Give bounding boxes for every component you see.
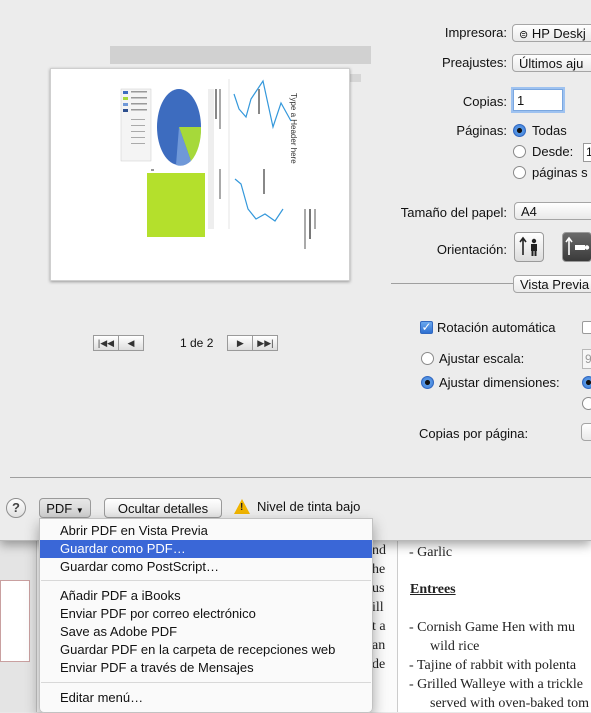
menu-item-open-in-preview[interactable]: Abrir PDF en Vista Previa — [40, 522, 372, 540]
doc-line: wild rice — [430, 639, 480, 654]
printer-value: HP Deskj — [531, 26, 586, 41]
first-page-button[interactable]: |◀◀ — [93, 335, 119, 351]
menu-item-save-web-receipts[interactable]: Guardar PDF en la carpeta de recepciones… — [40, 641, 372, 659]
help-button[interactable]: ? — [6, 498, 26, 518]
app-settings-popup[interactable]: Vista Previa — [513, 275, 591, 293]
preview-header-text: Type a Header here — [289, 93, 298, 164]
bottom-divider — [10, 477, 591, 478]
copies-field[interactable]: 1 — [513, 89, 563, 111]
menu-separator — [41, 682, 371, 683]
warning-icon: ! — [234, 499, 250, 514]
preview-pie — [157, 89, 202, 166]
pages-selection-label: páginas s — [532, 165, 588, 180]
page-navigator: |◀◀ ◀ 1 de 2 ▶ ▶▶| — [93, 335, 279, 351]
pages-from-label: Desde: — [532, 144, 574, 159]
pages-from-field[interactable]: 1 — [583, 143, 591, 162]
fit-fill-radio[interactable] — [582, 397, 591, 410]
portrait-icon — [519, 236, 537, 256]
orientation-label: Orientación: — [436, 242, 507, 257]
printer-popup[interactable]: ⊜ HP Deskj — [512, 24, 591, 42]
pages-label: Páginas: — [456, 123, 507, 138]
pages-from-radio[interactable] — [513, 145, 526, 158]
menu-item-mail-pdf[interactable]: Enviar PDF por correo electrónico — [40, 605, 372, 623]
doc-fragment: he — [372, 562, 386, 577]
paper-size-label: Tamaño del papel: — [400, 205, 507, 220]
menu-item-save-as-pdf[interactable]: Guardar como PDF… — [40, 540, 372, 558]
doc-line: - Grilled Walleye with a trickle — [409, 677, 583, 692]
thumbnail-strip[interactable] — [0, 540, 37, 712]
copies-per-page-popup[interactable] — [581, 423, 591, 441]
pages-all-radio[interactable] — [513, 124, 526, 137]
menu-item-send-via-messages[interactable]: Enviar PDF a través de Mensajes — [40, 659, 372, 677]
menu-item-save-as-postscript[interactable]: Guardar como PostScript… — [40, 558, 372, 576]
fit-label: Ajustar dimensiones: — [439, 375, 560, 390]
doc-line: - Garlic — [409, 545, 453, 560]
doc-fragment: an — [372, 638, 386, 653]
preview-content: Type a Header here — [120, 79, 316, 249]
menu-item-add-to-ibooks[interactable]: Añadir PDF a iBooks — [40, 587, 372, 605]
hide-details-button[interactable]: Ocultar detalles — [104, 498, 222, 518]
copies-per-page-label: Copias por página: — [419, 426, 529, 441]
doc-line: - Cornish Game Hen with mu — [409, 620, 576, 635]
doc-line: served with oven-baked tom — [430, 696, 590, 711]
preview-green-block — [147, 173, 205, 237]
menu-item-save-adobe-pdf[interactable]: Save as Adobe PDF — [40, 623, 372, 641]
landscape-orientation-button[interactable] — [562, 232, 591, 262]
doc-heading: Entrees — [410, 582, 456, 597]
landscape-icon — [565, 236, 590, 255]
auto-rotate-label: Rotación automática — [437, 320, 556, 335]
print-sheet: Type a Header here |◀◀ ◀ 1 de 2 ▶ ▶▶| Im… — [0, 0, 591, 541]
thumbnail-page[interactable] — [0, 580, 30, 662]
secondary-checkbox[interactable] — [582, 321, 591, 334]
next-page-button[interactable]: ▶ — [227, 335, 254, 351]
previous-page-button[interactable]: ◀ — [119, 335, 144, 351]
menu-separator — [41, 580, 371, 581]
doc-fragment: ill — [372, 600, 384, 615]
fit-radio[interactable] — [421, 376, 434, 389]
chevron-down-icon: ▼ — [75, 506, 84, 515]
auto-rotate-checkbox[interactable]: ✓ — [420, 321, 433, 334]
fit-print-entire-radio[interactable] — [582, 376, 591, 389]
scale-radio[interactable] — [421, 352, 434, 365]
print-preview: Type a Header here — [50, 68, 350, 281]
page-indicator: 1 de 2 — [180, 336, 214, 350]
copies-label: Copias: — [462, 94, 507, 109]
presets-popup[interactable]: Últimos aju — [512, 54, 591, 72]
scale-field[interactable]: 9 — [582, 349, 591, 369]
scale-label: Ajustar escala: — [439, 351, 525, 366]
doc-fragment: us — [372, 581, 385, 596]
pages-all-label: Todas — [532, 123, 567, 138]
pages-selection-radio[interactable] — [513, 166, 526, 179]
presets-label: Preajustes: — [441, 55, 507, 70]
last-page-button[interactable]: ▶▶| — [253, 335, 279, 351]
doc-line: - Tajine of rabbit with polenta — [409, 658, 577, 673]
menu-item-edit-menu[interactable]: Editar menú… — [40, 689, 372, 707]
pdf-menu-button[interactable]: PDF ▼ — [39, 498, 91, 518]
doc-fragment: t a — [372, 619, 386, 634]
pdf-button-label: PDF — [46, 501, 73, 516]
printer-icon: ⊜ — [519, 29, 529, 41]
printer-label: Impresora: — [444, 25, 507, 40]
portrait-orientation-button[interactable] — [514, 232, 544, 262]
doc-fragment: de — [372, 657, 386, 672]
ink-warning-text: Nivel de tinta bajo — [257, 499, 361, 514]
pdf-menu: Abrir PDF en Vista Previa Guardar como P… — [39, 518, 373, 713]
doc-fragment: nd — [372, 543, 386, 558]
paper-size-popup[interactable]: A4 — [514, 202, 591, 220]
